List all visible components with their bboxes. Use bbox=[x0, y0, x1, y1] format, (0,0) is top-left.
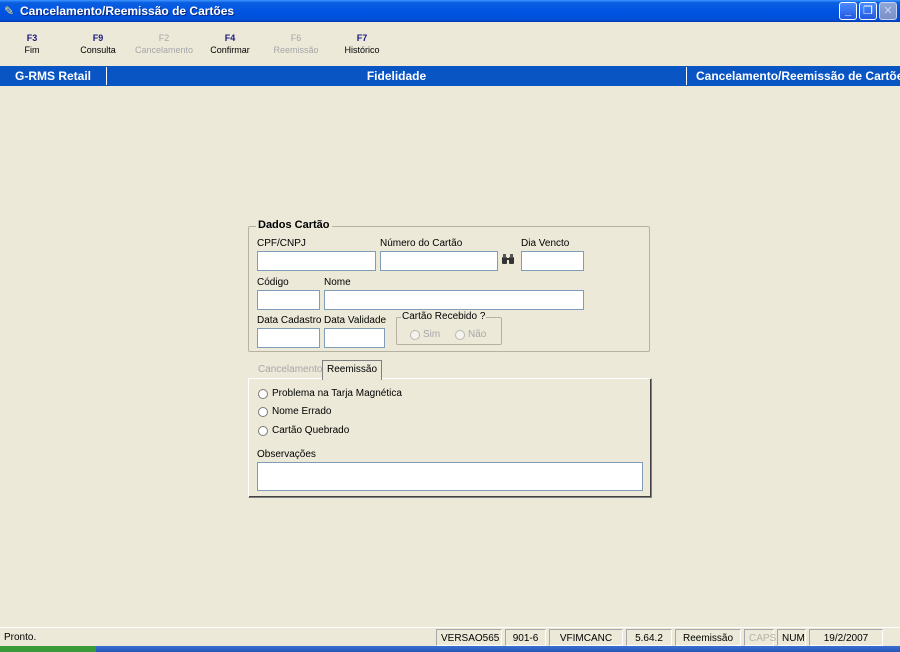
minimize-button[interactable]: _ bbox=[839, 2, 857, 20]
option-cartao-quebrado-radio[interactable] bbox=[258, 426, 268, 436]
option-nome-errado-radio[interactable] bbox=[258, 407, 268, 417]
fkey-label: Confirmar bbox=[210, 45, 250, 55]
dia-vencto-label: Dia Vencto bbox=[521, 238, 570, 249]
taskbar bbox=[0, 646, 900, 652]
status-version: VERSAO565 bbox=[436, 629, 502, 646]
option-nome-errado-label: Nome Errado bbox=[272, 406, 332, 417]
recebido-nao-label: Não bbox=[468, 329, 487, 340]
start-button[interactable] bbox=[0, 646, 96, 652]
status-build: 5.64.2 bbox=[626, 629, 672, 646]
nome-field[interactable] bbox=[324, 290, 584, 310]
band-app-name: G-RMS Retail bbox=[14, 69, 91, 83]
status-bar: Pronto. VERSAO565 901-6 VFIMCANC 5.64.2 … bbox=[0, 627, 900, 646]
cpf-field[interactable] bbox=[257, 251, 376, 271]
fkey-label: Fim bbox=[24, 45, 40, 55]
close-icon: ✕ bbox=[883, 5, 893, 17]
option-cartao-quebrado-label: Cartão Quebrado bbox=[272, 425, 350, 436]
maximize-button[interactable]: ❐ bbox=[859, 2, 877, 20]
cpf-label: CPF/CNPJ bbox=[257, 238, 306, 249]
status-code: 901-6 bbox=[505, 629, 546, 646]
fkey-fim-button[interactable]: F3 Fim bbox=[2, 32, 62, 56]
observacoes-field[interactable] bbox=[257, 462, 643, 491]
status-message: Pronto. bbox=[4, 632, 37, 643]
fkey-key: F3 bbox=[26, 33, 38, 43]
band-module: Fidelidade bbox=[366, 69, 427, 83]
status-caps: CAPS bbox=[744, 629, 776, 646]
dia-vencto-field[interactable] bbox=[521, 251, 584, 271]
fkey-key: F6 bbox=[290, 33, 302, 43]
fkey-label: Cancelamento bbox=[134, 45, 194, 55]
status-num: NUM bbox=[777, 629, 806, 646]
cartao-recebido-legend: Cartão Recebido ? bbox=[401, 311, 487, 323]
option-tarja-radio[interactable] bbox=[258, 389, 268, 399]
nome-label: Nome bbox=[324, 277, 351, 288]
fkey-label: Histórico bbox=[344, 45, 380, 55]
restore-icon: ❐ bbox=[863, 5, 873, 17]
fkey-historico-button[interactable]: F7 Histórico bbox=[332, 32, 392, 56]
function-key-toolbar: F3 Fim F9 Consulta F2 Cancelamento F4 Co… bbox=[0, 22, 900, 66]
data-validade-field[interactable] bbox=[324, 328, 385, 348]
status-date: 19/2/2007 bbox=[809, 629, 883, 646]
recebido-sim-label: Sim bbox=[423, 329, 441, 340]
status-mode: Reemissão bbox=[675, 629, 741, 646]
fkey-confirmar-button[interactable]: F4 Confirmar bbox=[200, 32, 260, 56]
data-validade-label: Data Validade bbox=[324, 315, 387, 326]
fkey-label: Reemissão bbox=[273, 45, 319, 55]
header-band: G-RMS Retail Fidelidade Cancelamento/Ree… bbox=[0, 66, 900, 86]
binoculars-icon[interactable] bbox=[499, 252, 517, 270]
option-tarja-label: Problema na Tarja Magnética bbox=[272, 388, 402, 399]
minimize-icon: _ bbox=[844, 5, 852, 17]
fkey-key: F7 bbox=[356, 33, 368, 43]
fkey-consulta-button[interactable]: F9 Consulta bbox=[68, 32, 128, 56]
recebido-nao-radio[interactable] bbox=[455, 330, 465, 340]
dados-cartao-legend: Dados Cartão bbox=[256, 219, 332, 231]
recebido-sim-radio[interactable] bbox=[410, 330, 420, 340]
fkey-cancelamento-button[interactable]: F2 Cancelamento bbox=[134, 32, 194, 56]
fkey-key: F9 bbox=[92, 33, 104, 43]
close-button[interactable]: ✕ bbox=[879, 2, 897, 20]
codigo-field[interactable] bbox=[257, 290, 320, 310]
binoculars-icon-svg bbox=[502, 254, 514, 264]
fkey-key: F4 bbox=[224, 33, 236, 43]
fkey-label: Consulta bbox=[80, 45, 116, 55]
band-screen-name: Cancelamento/Reemissão de Cartões bbox=[696, 69, 900, 83]
status-program: VFIMCANC bbox=[549, 629, 623, 646]
key-icon: ✎ bbox=[4, 4, 15, 18]
window-title: Cancelamento/Reemissão de Cartões bbox=[20, 4, 235, 18]
data-cadastro-label: Data Cadastro bbox=[257, 315, 322, 326]
numero-cartao-field[interactable] bbox=[380, 251, 498, 271]
numero-cartao-label: Número do Cartão bbox=[380, 238, 463, 249]
codigo-label: Código bbox=[257, 277, 289, 288]
observacoes-label: Observações bbox=[257, 449, 316, 460]
window-titlebar[interactable]: ✎ Cancelamento/Reemissão de Cartões _ ❐ … bbox=[0, 0, 900, 22]
fkey-key: F2 bbox=[158, 33, 170, 43]
data-cadastro-field[interactable] bbox=[257, 328, 320, 348]
tab-reemissao[interactable]: Reemissão bbox=[322, 360, 383, 380]
fkey-reemissao-button[interactable]: F6 Reemissão bbox=[266, 32, 326, 56]
